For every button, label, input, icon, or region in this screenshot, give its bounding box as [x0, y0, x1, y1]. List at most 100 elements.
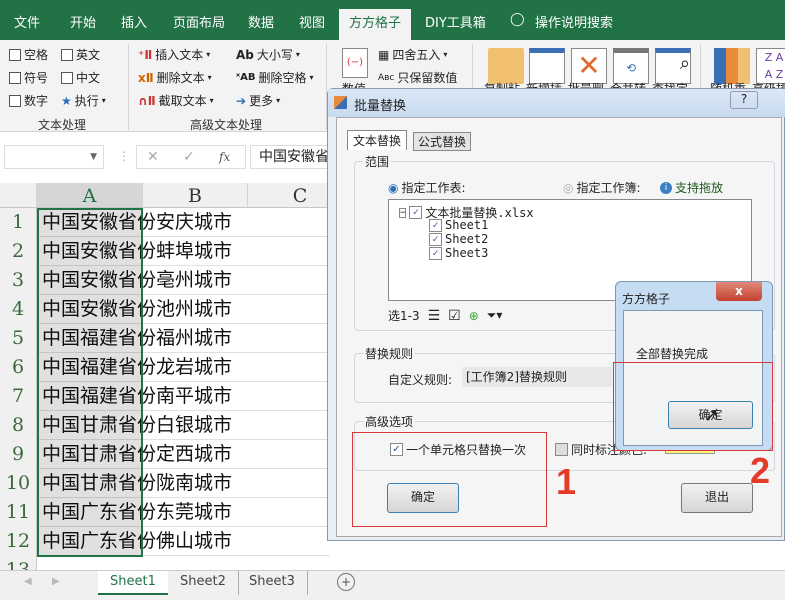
tab-page-layout[interactable]: 页面布局 — [173, 12, 225, 31]
advanced-label: 高级选项 — [363, 413, 416, 430]
label: 四舍五入 — [392, 48, 441, 62]
annotation-box-1 — [352, 432, 547, 527]
checkbox-number[interactable]: 数字 — [9, 92, 48, 109]
dialog-titlebar: 批量替换 ? — [328, 89, 785, 117]
merge-convert-icon: ⟲ — [613, 48, 649, 84]
formula-input[interactable]: 中国安徽省 — [250, 145, 330, 169]
fx-icon[interactable]: fx — [219, 146, 230, 168]
row-header[interactable]: 9 — [0, 440, 37, 469]
case-icon: Ab — [236, 47, 254, 62]
execute-button[interactable]: ★ 执行 ▾ — [61, 92, 106, 109]
close-button[interactable]: x — [716, 282, 762, 301]
enter-icon[interactable]: ✓ — [183, 146, 195, 168]
tab-formula-replace[interactable]: 公式替换 — [413, 132, 472, 151]
tree-node-sheet2[interactable]: ✓ Sheet2 — [429, 232, 488, 246]
checkbox-chinese[interactable]: 中文 — [61, 69, 100, 86]
checkbox-checked[interactable]: ✓ — [409, 206, 423, 219]
clipboard-icon — [488, 48, 524, 84]
name-box[interactable]: ▼ — [4, 145, 104, 169]
app-icon — [334, 96, 347, 109]
check-all-icon[interactable]: ☑ — [448, 308, 461, 324]
row-header[interactable]: 12 — [0, 527, 37, 556]
select-range-button[interactable]: 选1-3 — [388, 307, 420, 324]
checkbox-space[interactable]: 空格 — [9, 46, 48, 63]
dialog-title: 批量替换 — [354, 99, 407, 114]
label: 执行 — [74, 94, 99, 108]
message-text: 全部替换完成 — [636, 347, 709, 361]
sheet-tab-3[interactable]: Sheet3 — [237, 571, 308, 595]
label: 更多 — [249, 94, 274, 108]
keep-numbers-button[interactable]: Aʙc 只保留数值 — [378, 69, 457, 86]
row-header[interactable]: 2 — [0, 237, 37, 266]
tab-view[interactable]: 视图 — [299, 12, 325, 31]
tree-node-sheet3[interactable]: ✓ Sheet3 — [429, 246, 488, 260]
radio-specify-sheet[interactable]: ◉ 指定工作表: — [388, 179, 466, 196]
ribbon-tab-bar: 文件 开始 插入 页面布局 数据 视图 方方格子 DIY工具箱 ◯ 操作说明搜索 — [0, 0, 785, 40]
lightbulb-icon: ◯ — [510, 12, 525, 27]
label: 空格 — [24, 48, 49, 62]
checkbox-symbol[interactable]: 符号 — [9, 69, 48, 86]
delete-text-button[interactable]: ⅹⅡ 删除文本 ▾ — [138, 69, 212, 86]
select-all-corner[interactable] — [0, 183, 37, 208]
checkbox-checked[interactable]: ✓ — [429, 246, 442, 260]
scroll-right-icon[interactable]: ▶ — [52, 576, 60, 587]
add-file-icon[interactable]: ⊕ — [469, 309, 479, 323]
more-button[interactable]: ➔ 更多 ▾ — [236, 92, 280, 109]
tab-home[interactable]: 开始 — [70, 12, 96, 31]
group-label-text: 文本处理 — [38, 118, 87, 132]
row-header[interactable]: 4 — [0, 295, 37, 324]
case-button[interactable]: Ab 大小写 ▾ — [236, 46, 300, 63]
extract-text-button[interactable]: ∩Ⅱ 截取文本 ▾ — [138, 92, 214, 109]
tree-node-sheet1[interactable]: ✓ Sheet1 — [429, 218, 488, 232]
row-header[interactable]: 6 — [0, 353, 37, 382]
delete-space-button[interactable]: ˣAB 删除空格 ▾ — [236, 69, 314, 86]
row-header[interactable]: 10 — [0, 469, 37, 498]
tab-insert[interactable]: 插入 — [121, 12, 147, 31]
help-button[interactable]: ? — [730, 91, 758, 109]
row-header[interactable]: 3 — [0, 266, 37, 295]
extract-icon: ∩Ⅱ — [138, 93, 156, 108]
label: 指定工作簿: — [576, 181, 641, 195]
label: 大小写 — [256, 48, 293, 62]
scroll-left-icon[interactable]: ◀ — [24, 576, 32, 587]
tab-data[interactable]: 数据 — [248, 12, 274, 31]
tab-diy-toolbox[interactable]: DIY工具箱 — [425, 12, 486, 31]
checkbox-english[interactable]: 英文 — [61, 46, 100, 63]
annotation-number-2: 2 — [750, 450, 771, 491]
label: 截取文本 — [158, 94, 207, 108]
tab-text-replace[interactable]: 文本替换 — [347, 130, 408, 150]
add-sheet-icon[interactable]: + — [337, 573, 355, 591]
label: 中文 — [76, 71, 101, 85]
checkbox-checked[interactable]: ✓ — [429, 232, 442, 246]
tab-fangfangezi[interactable]: 方方格子 — [339, 9, 412, 40]
sheet-tab-1[interactable]: Sheet1 — [98, 571, 168, 595]
checkbox-icon — [555, 443, 568, 456]
round-button[interactable]: ▦ 四舍五入 ▾ — [378, 46, 447, 63]
cancel-icon[interactable]: ✕ — [147, 146, 159, 168]
row-header[interactable]: 8 — [0, 411, 37, 440]
list-icon[interactable]: ☰ — [428, 308, 441, 324]
column-header-a[interactable]: A — [37, 183, 143, 208]
label: 支持拖放 — [675, 181, 724, 195]
drag-handle-icon: ⋮ — [118, 149, 130, 163]
filter-icon[interactable]: ⏷▾ — [487, 308, 503, 323]
random-icon — [714, 48, 750, 84]
tell-me-search[interactable]: 操作说明搜索 — [535, 12, 613, 31]
tab-file[interactable]: 文件 — [14, 12, 40, 31]
row-header[interactable]: 5 — [0, 324, 37, 353]
checkbox-checked[interactable]: ✓ — [429, 218, 442, 232]
radio-specify-workbook[interactable]: ◎ 指定工作簿: — [563, 179, 641, 196]
row-header[interactable]: 11 — [0, 498, 37, 527]
collapse-icon[interactable]: − — [399, 207, 407, 218]
label: 插入文本 — [155, 48, 204, 62]
custom-rule-select[interactable]: [工作簿2]替换规则 — [462, 367, 612, 387]
column-header-b[interactable]: B — [143, 183, 248, 208]
sheet-tab-2[interactable]: Sheet2 — [168, 571, 239, 595]
formula-buttons: ✕ ✓ fx — [136, 145, 246, 169]
delete-icon: ⅹⅡ — [138, 70, 154, 85]
sort-az-icon: Z AA Z — [756, 48, 785, 84]
insert-text-button[interactable]: ⁺Ⅱ 插入文本 ▾ — [138, 46, 210, 63]
row-header[interactable]: 1 — [0, 208, 37, 237]
exit-button[interactable]: 退出 — [681, 483, 753, 513]
row-header[interactable]: 7 — [0, 382, 37, 411]
